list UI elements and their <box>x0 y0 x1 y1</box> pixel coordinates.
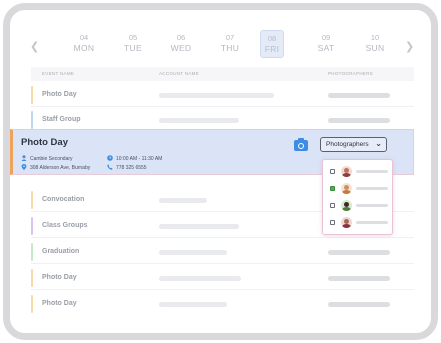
photographer-checkbox[interactable] <box>330 169 335 174</box>
day-name: SAT <box>317 43 335 53</box>
photographer-option[interactable] <box>330 200 388 212</box>
day-name: MON <box>73 43 95 53</box>
photographers-placeholder <box>328 302 390 307</box>
day-sat[interactable]: 09 SAT <box>308 33 344 54</box>
photographers-placeholder <box>328 118 390 123</box>
event-color-bar <box>31 217 33 235</box>
column-event-name: EVENT NAME <box>42 71 75 76</box>
column-photographers: PHOTOGRAPHERS <box>328 71 374 76</box>
photographers-placeholder <box>328 276 390 281</box>
photographer-name-placeholder <box>356 187 388 190</box>
photographer-name-placeholder <box>356 221 388 224</box>
day-name: WED <box>170 43 192 53</box>
avatar <box>341 217 352 228</box>
chevron-down-icon: ⌄ <box>375 139 382 148</box>
photographers-placeholder <box>328 250 390 255</box>
event-time: 10:00 AM - 11:30 AM <box>116 156 163 162</box>
photographer-option[interactable] <box>330 217 388 229</box>
day-mon[interactable]: 04 MON <box>66 33 102 54</box>
photographer-checkbox[interactable] <box>330 186 335 191</box>
dropdown-label: Photographers <box>326 141 369 148</box>
location-pin-icon <box>21 164 27 170</box>
event-name: Photo Day <box>42 300 77 307</box>
event-color-bar <box>31 111 33 129</box>
day-name: TUE <box>124 43 142 53</box>
photographer-checkbox[interactable] <box>330 203 335 208</box>
photographers-placeholder <box>328 93 390 98</box>
chevron-left-icon[interactable]: ❮ <box>30 40 39 53</box>
day-tue[interactable]: 05 TUE <box>115 33 151 54</box>
address: 308 Alderson Ave, Burnaby <box>30 165 91 171</box>
day-number: 05 <box>128 33 138 42</box>
row-divider <box>31 237 414 238</box>
day-name: FRI <box>264 44 280 54</box>
account-placeholder <box>159 93 274 98</box>
event-name: Photo Day <box>42 274 77 281</box>
event-color-bar <box>31 243 33 261</box>
row-divider <box>31 263 414 264</box>
photographer-name-placeholder <box>356 204 388 207</box>
selected-event-title: Photo Day <box>21 137 68 148</box>
table-row[interactable]: Photo Day <box>31 266 414 290</box>
event-name: Photo Day <box>42 91 77 98</box>
event-name: Staff Group <box>42 116 81 123</box>
chevron-right-icon[interactable]: ❯ <box>405 40 414 53</box>
photographers-dropdown[interactable]: Photographers ⌄ <box>320 137 387 152</box>
photographer-option[interactable] <box>330 183 388 195</box>
account-placeholder <box>159 250 227 255</box>
event-color-bar <box>31 191 33 209</box>
day-thu[interactable]: 07 THU <box>212 33 248 54</box>
row-divider <box>31 106 414 107</box>
event-color-bar <box>31 86 33 104</box>
day-number: 09 <box>321 33 331 42</box>
avatar <box>341 200 352 211</box>
day-wed[interactable]: 06 WED <box>163 33 199 54</box>
avatar <box>341 166 352 177</box>
camera-icon[interactable] <box>294 138 308 151</box>
account-placeholder <box>159 276 241 281</box>
account-placeholder <box>159 198 207 203</box>
day-name: SUN <box>365 43 385 53</box>
week-day-selector: ❮ 04 MON 05 TUE 06 WED 07 THU 08 FRI 09 … <box>10 28 431 68</box>
day-fri[interactable]: 08 FRI <box>260 30 284 58</box>
photographers-menu <box>322 159 393 235</box>
phone-number: 778 325 6555 <box>116 165 147 171</box>
account-placeholder <box>159 302 227 307</box>
avatar <box>341 183 352 194</box>
table-row[interactable]: Photo Day <box>31 292 414 316</box>
table-row[interactable]: Graduation <box>31 240 414 264</box>
photographer-checkbox[interactable] <box>330 220 335 225</box>
phone-icon <box>107 164 113 170</box>
person-icon <box>21 155 27 161</box>
day-number: 10 <box>370 33 380 42</box>
event-name: Convocation <box>42 196 85 203</box>
column-account-name: ACCOUNT NAME <box>159 71 200 76</box>
event-name: Graduation <box>42 248 80 255</box>
clock-icon <box>107 155 113 161</box>
row-divider <box>31 289 414 290</box>
day-number: 08 <box>267 34 277 43</box>
account-name: Cambie Secondary <box>30 156 73 162</box>
account-placeholder <box>159 224 239 229</box>
table-row[interactable]: Photo Day <box>31 83 414 107</box>
day-name: THU <box>220 43 240 53</box>
event-color-bar <box>31 295 33 313</box>
table-header: EVENT NAME ACCOUNT NAME PHOTOGRAPHERS <box>31 67 414 81</box>
day-sun[interactable]: 10 SUN <box>357 33 393 54</box>
photographer-name-placeholder <box>356 170 388 173</box>
day-number: 04 <box>79 33 89 42</box>
photographer-option[interactable] <box>330 166 388 178</box>
day-number: 07 <box>225 33 235 42</box>
account-placeholder <box>159 118 239 123</box>
day-number: 06 <box>176 33 186 42</box>
event-color-bar <box>31 269 33 287</box>
event-name: Class Groups <box>42 222 88 229</box>
